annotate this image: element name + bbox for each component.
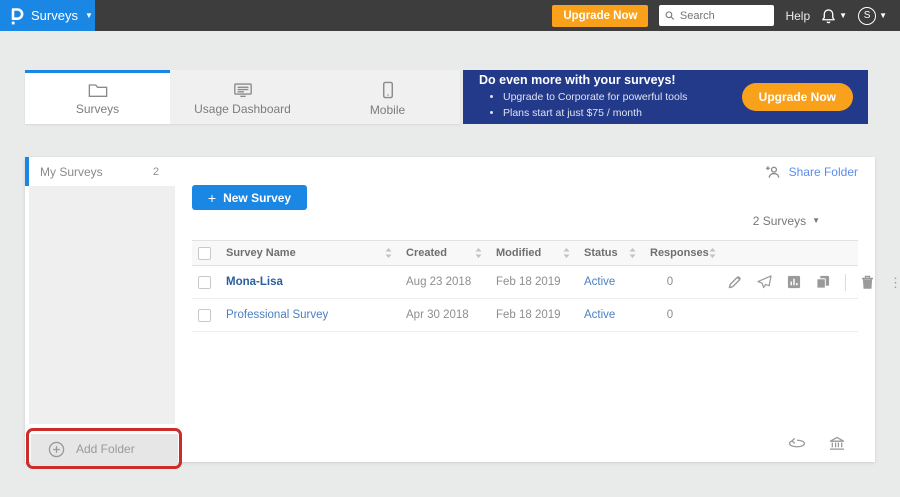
new-survey-button[interactable]: + New Survey [192,185,307,210]
edit-icon[interactable] [728,275,742,289]
sort-icon[interactable] [475,248,482,258]
delete-icon[interactable] [861,275,874,289]
survey-bank-icon[interactable] [829,436,845,451]
copy-icon[interactable] [816,275,830,289]
module-switcher[interactable]: Surveys ▼ [0,0,95,31]
top-bar: Surveys ▼ Upgrade Now Help ▼ S ▼ [0,0,900,31]
row-checkbox[interactable] [198,276,211,289]
surveys-panel: My Surveys 2 Add Folder Share Folder + N… [25,157,875,462]
tab-mobile[interactable]: Mobile [315,70,460,124]
brand-logo-icon [9,7,24,25]
survey-count-dropdown[interactable]: 2 Surveys ▼ [753,214,820,228]
search-input[interactable] [680,10,769,22]
report-icon[interactable] [787,275,801,289]
sort-icon[interactable] [563,248,570,258]
avatar: S [858,7,876,25]
promo-banner: Do even more with your surveys! Upgrade … [463,70,868,124]
sort-icon[interactable] [629,248,636,258]
status-badge[interactable]: Active [584,276,650,288]
help-link[interactable]: Help [785,9,810,23]
share-folder-label: Share Folder [789,165,858,179]
survey-count-label: 2 Surveys [753,214,806,228]
column-header: Modified [496,247,541,259]
modified-date: Feb 18 2019 [496,309,584,321]
promo-bullet: Plans start at just $75 / month [503,106,687,121]
tab-label: Mobile [370,103,405,117]
promo-text: Do even more with your surveys! Upgrade … [479,73,687,120]
promo-bullets: Upgrade to Corporate for powerful tools … [503,90,687,120]
share-user-icon [765,165,782,179]
add-folder-label: Add Folder [76,442,135,456]
created-date: Apr 30 2018 [406,309,496,321]
status-badge[interactable]: Active [584,309,650,321]
created-date: Aug 23 2018 [406,276,496,288]
share-folder-button[interactable]: Share Folder [765,165,858,179]
folder-count-badge: 2 [153,166,159,178]
search-icon [665,10,674,21]
dashboard-icon [233,82,253,98]
tab-surveys[interactable]: Surveys [25,70,170,124]
folder-label: My Surveys [40,165,103,179]
banner-upgrade-button[interactable]: Upgrade Now [742,83,853,111]
chevron-down-icon: ▼ [839,12,847,20]
table-row: Professional Survey Apr 30 2018 Feb 18 2… [192,299,858,332]
tab-label: Surveys [76,102,119,116]
upgrade-now-button[interactable]: Upgrade Now [552,5,648,27]
bell-icon [821,8,836,24]
add-folder-button[interactable]: Add Folder [31,434,178,464]
module-label: Surveys [31,8,78,23]
column-header: Survey Name [226,247,296,259]
mobile-icon [382,81,394,99]
panel-footer-icons [788,436,845,451]
table-header-row: Survey Name Created Modified Status Resp… [192,240,858,266]
sort-icon[interactable] [385,248,392,258]
sort-icon[interactable] [709,248,716,258]
tab-usage-dashboard[interactable]: Usage Dashboard [170,70,315,124]
tab-label: Usage Dashboard [194,102,291,116]
promo-title: Do even more with your surveys! [479,73,687,87]
surveys-table: Survey Name Created Modified Status Resp… [192,240,858,332]
restore-icon[interactable] [788,437,806,450]
responses-count: 0 [650,309,690,321]
chevron-down-icon: ▼ [85,12,93,20]
row-actions: ⋮ [728,274,900,291]
folder-icon [88,82,108,98]
app-window: Surveys ▼ Upgrade Now Help ▼ S ▼ [0,0,900,497]
send-icon[interactable] [757,275,772,289]
column-header: Created [406,247,447,259]
table-row: Mona-Lisa Aug 23 2018 Feb 18 2019 Active… [192,266,858,299]
sidebar-item-my-surveys[interactable]: My Surveys 2 [25,157,175,186]
search-box[interactable] [659,5,774,26]
column-header: Status [584,247,618,259]
folder-list [29,186,175,424]
responses-count: 0 [650,276,690,288]
column-header: Responses [650,247,709,259]
new-survey-label: New Survey [223,191,291,205]
select-all-checkbox[interactable] [198,247,211,260]
survey-name-link[interactable]: Professional Survey [226,309,406,321]
top-right-cluster: Upgrade Now Help ▼ S ▼ [552,5,900,27]
promo-bullet: Upgrade to Corporate for powerful tools [503,90,687,105]
plus-icon: + [208,190,216,206]
divider [845,274,846,291]
modified-date: Feb 18 2019 [496,276,584,288]
account-menu[interactable]: S ▼ [858,7,887,25]
circled-plus-icon [48,441,65,458]
more-options-icon[interactable]: ⋮ [889,276,900,289]
notifications-button[interactable]: ▼ [821,8,847,24]
survey-name-link[interactable]: Mona-Lisa [226,276,406,288]
tab-strip: Surveys Usage Dashboard Mobile [25,70,460,124]
chevron-down-icon: ▼ [812,217,820,225]
chevron-down-icon: ▼ [879,12,887,20]
row-checkbox[interactable] [198,309,211,322]
